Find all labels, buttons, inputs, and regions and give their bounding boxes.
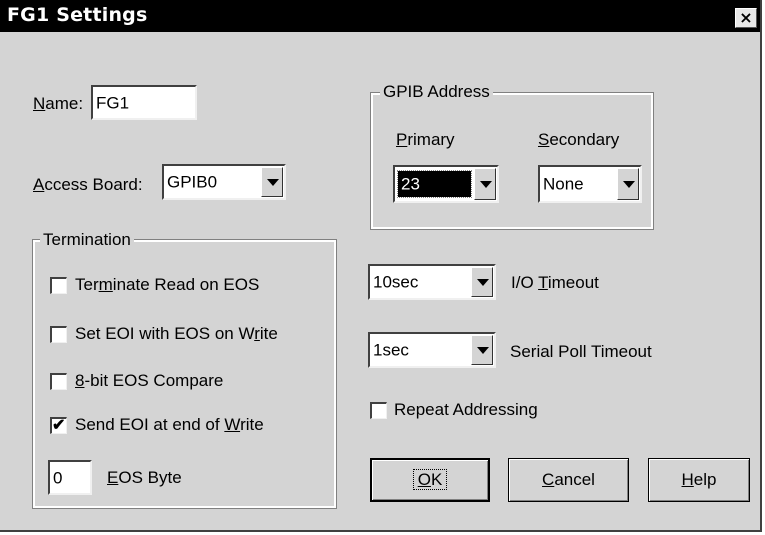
primary-label: Primary [396,130,455,149]
close-icon: × [739,8,753,27]
send-eoi-end-write-checkbox[interactable]: ✔ [50,417,67,434]
serial-poll-timeout-label: Serial Poll Timeout [510,342,652,361]
name-input[interactable]: FG1 [91,85,197,120]
send-eoi-end-write-label: Send EOI at end of Write [75,415,264,434]
terminate-read-eos-checkbox[interactable]: ✔ [50,277,67,294]
eos-byte-value: 0 [53,468,63,487]
eos-byte-input[interactable]: 0 [48,460,92,495]
cancel-button[interactable]: Cancel [508,458,629,502]
name-label: Name: [33,94,84,113]
access-board-dropdown[interactable]: GPIB0 [162,164,286,200]
gpib-address-group-title: GPIB Address [380,82,493,102]
ok-button-label: OK [412,469,448,490]
primary-address-value: 23 [401,174,420,194]
primary-selection-highlight: 23 [397,170,472,198]
access-board-label: Access Board: [33,175,143,194]
close-button[interactable]: × [735,8,757,28]
help-button[interactable]: Help [648,458,750,502]
eight-bit-eos-compare-label: 8-bit EOS Compare [75,371,224,390]
chevron-down-icon[interactable] [474,168,496,200]
secondary-address-value: None [543,174,584,194]
chevron-down-icon[interactable] [617,168,639,200]
check-icon: ✔ [52,417,66,434]
ok-button[interactable]: OK [370,458,490,502]
serial-poll-timeout-dropdown[interactable]: 1sec [368,332,496,368]
eight-bit-eos-compare-checkbox[interactable] [50,373,67,390]
termination-group-title: Termination [40,230,134,250]
window-title: FG1 Settings [7,4,148,26]
chevron-down-icon[interactable] [471,267,493,297]
io-timeout-value: 10sec [373,272,419,292]
io-timeout-label: I/O Timeout [511,273,599,292]
gpib-address-group [370,92,654,230]
io-timeout-dropdown[interactable]: 10sec [368,264,496,300]
cancel-button-label: Cancel [542,470,595,489]
eos-byte-label: EOS Byte [107,468,182,487]
secondary-address-dropdown[interactable]: None [538,165,642,203]
settings-dialog: FG1 Settings × Name: FG1 Access Board: G… [0,0,762,532]
title-bar[interactable]: FG1 Settings × [0,0,760,32]
access-board-value: GPIB0 [167,172,218,192]
repeat-addressing-label: Repeat Addressing [394,400,538,419]
chevron-down-icon[interactable] [261,167,283,197]
chevron-down-icon[interactable] [471,335,493,365]
primary-address-dropdown[interactable]: 23 [393,165,499,203]
secondary-label: Secondary [538,130,620,149]
terminate-read-eos-label: Terminate Read on EOS [75,275,260,294]
repeat-addressing-checkbox[interactable] [370,402,387,419]
set-eoi-eos-write-checkbox[interactable] [50,326,67,343]
help-button-label: Help [681,470,717,489]
serial-poll-timeout-value: 1sec [373,340,409,360]
name-input-value: FG1 [96,93,130,112]
set-eoi-eos-write-label: Set EOI with EOS on Write [75,324,278,343]
